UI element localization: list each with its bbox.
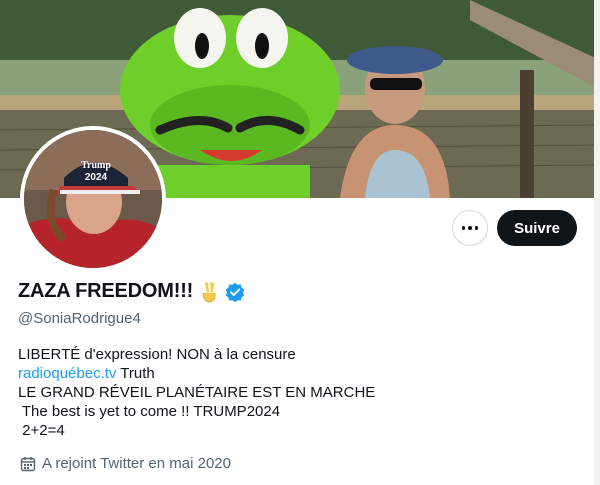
more-options-icon (461, 226, 479, 230)
more-options-button[interactable] (452, 210, 488, 246)
avatar-cap-line2: 2024 (85, 172, 108, 183)
display-name: ZAZA FREEDOM!!! (18, 280, 194, 302)
bio-link[interactable]: radioquébec.tv (18, 365, 116, 382)
bio-line-5: 2+2=4 (18, 422, 65, 439)
join-date-text: A rejoint Twitter en mai 2020 (42, 455, 231, 472)
bio-line-4: The best is yet to come !! TRUMP2024 (18, 403, 281, 420)
join-date: A rejoint Twitter en mai 2020 (20, 455, 231, 472)
verified-badge-icon[interactable] (225, 282, 245, 302)
avatar-cap-line1: Trump (81, 160, 111, 171)
victory-hand-emoji (202, 281, 216, 302)
avatar-photo: Trump 2024 (24, 130, 162, 268)
name-row: ZAZA FREEDOM!!! (18, 280, 245, 303)
bio-line-1: LIBERTÉ d'expression! NON à la censure (18, 346, 296, 363)
follow-button[interactable]: Suivre (497, 210, 577, 246)
profile-bio: LIBERTÉ d'expression! NON à la censure r… (18, 345, 375, 440)
bio-line-3: LE GRAND RÉVEIL PLANÉTAIRE EST EN MARCHE (18, 384, 376, 401)
calendar-icon (20, 456, 36, 471)
page-edge (594, 0, 600, 485)
user-handle: @SoniaRodrigue4 (18, 310, 141, 327)
bio-link-suffix: Truth (116, 365, 155, 382)
profile-avatar[interactable]: Trump 2024 (20, 126, 166, 272)
